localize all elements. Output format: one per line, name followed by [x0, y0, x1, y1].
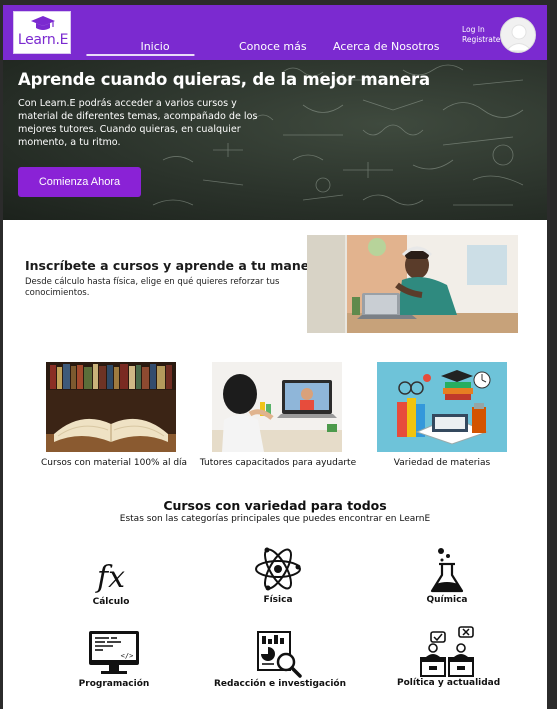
categories-title: Cursos con variedad para todos — [163, 498, 387, 513]
category-calculo[interactable]: fx Cálculo — [71, 553, 151, 607]
category-politica[interactable]: Política y actualidad — [397, 626, 501, 688]
feature-caption-variety: Variedad de materias — [393, 458, 491, 468]
feature-image-book — [46, 362, 176, 452]
login-link[interactable]: Log In — [462, 25, 500, 35]
category-label: Redacción e investigación — [214, 679, 346, 689]
intro-text: Desde cálculo hasta física, elige en qué… — [25, 277, 280, 298]
hero-text: Con Learn.E podrás acceder a varios curs… — [18, 98, 258, 148]
category-quimica[interactable]: Química — [407, 547, 487, 605]
hero-banner: Aprende cuando quieras, de la mejor mane… — [3, 60, 547, 220]
flask-icon — [430, 548, 464, 593]
auth-links: Log In Registrate — [462, 25, 500, 45]
hero-title: Aprende cuando quieras, de la mejor mane… — [18, 70, 430, 89]
function-icon: fx — [95, 560, 125, 595]
svg-text:fx: fx — [95, 560, 125, 595]
page: Learn.E Inicio Conoce más Acerca de Noso… — [3, 5, 547, 709]
category-label: Política y actualidad — [397, 678, 501, 688]
category-label: Programación — [78, 679, 150, 689]
nav-acerca-de-nosotros[interactable]: Acerca de Nosotros — [333, 40, 439, 53]
logo[interactable]: Learn.E — [13, 11, 71, 54]
report-search-icon — [257, 631, 302, 678]
feature-image-materials — [377, 362, 507, 452]
avatar[interactable] — [500, 17, 536, 53]
category-label: Química — [426, 595, 468, 605]
register-link[interactable]: Registrate — [462, 35, 500, 45]
user-icon — [504, 24, 534, 52]
debate-icon — [420, 626, 474, 677]
feature-caption-material: Cursos con material 100% al día — [41, 458, 188, 468]
category-label: Cálculo — [92, 597, 130, 607]
categories-subtitle: Estas son las categorías principales que… — [119, 514, 431, 524]
category-fisica[interactable]: Física — [238, 543, 318, 605]
feature-caption-tutors: Tutores capacitados para ayudarte — [199, 458, 357, 468]
intro-title: Inscríbete a cursos y aprende a tu maner… — [25, 258, 324, 273]
start-now-button[interactable]: Comienza Ahora — [18, 167, 141, 197]
nav-conoce-mas[interactable]: Conoce más — [239, 40, 307, 53]
atom-icon — [255, 547, 301, 591]
category-programacion[interactable]: </> Programación — [74, 629, 154, 689]
top-nav: Learn.E Inicio Conoce más Acerca de Noso… — [3, 5, 547, 60]
feature-image-tutor — [212, 362, 342, 452]
nav-inicio[interactable]: Inicio — [86, 40, 195, 56]
student-laptop-photo — [307, 235, 518, 333]
category-label: Física — [263, 595, 293, 605]
category-redaccion[interactable]: Redacción e investigación — [214, 630, 346, 689]
graduation-cap-icon — [31, 16, 55, 30]
code-monitor-icon: </> — [89, 631, 139, 674]
logo-text: Learn.E — [17, 32, 69, 48]
svg-text:</>: </> — [121, 652, 134, 660]
